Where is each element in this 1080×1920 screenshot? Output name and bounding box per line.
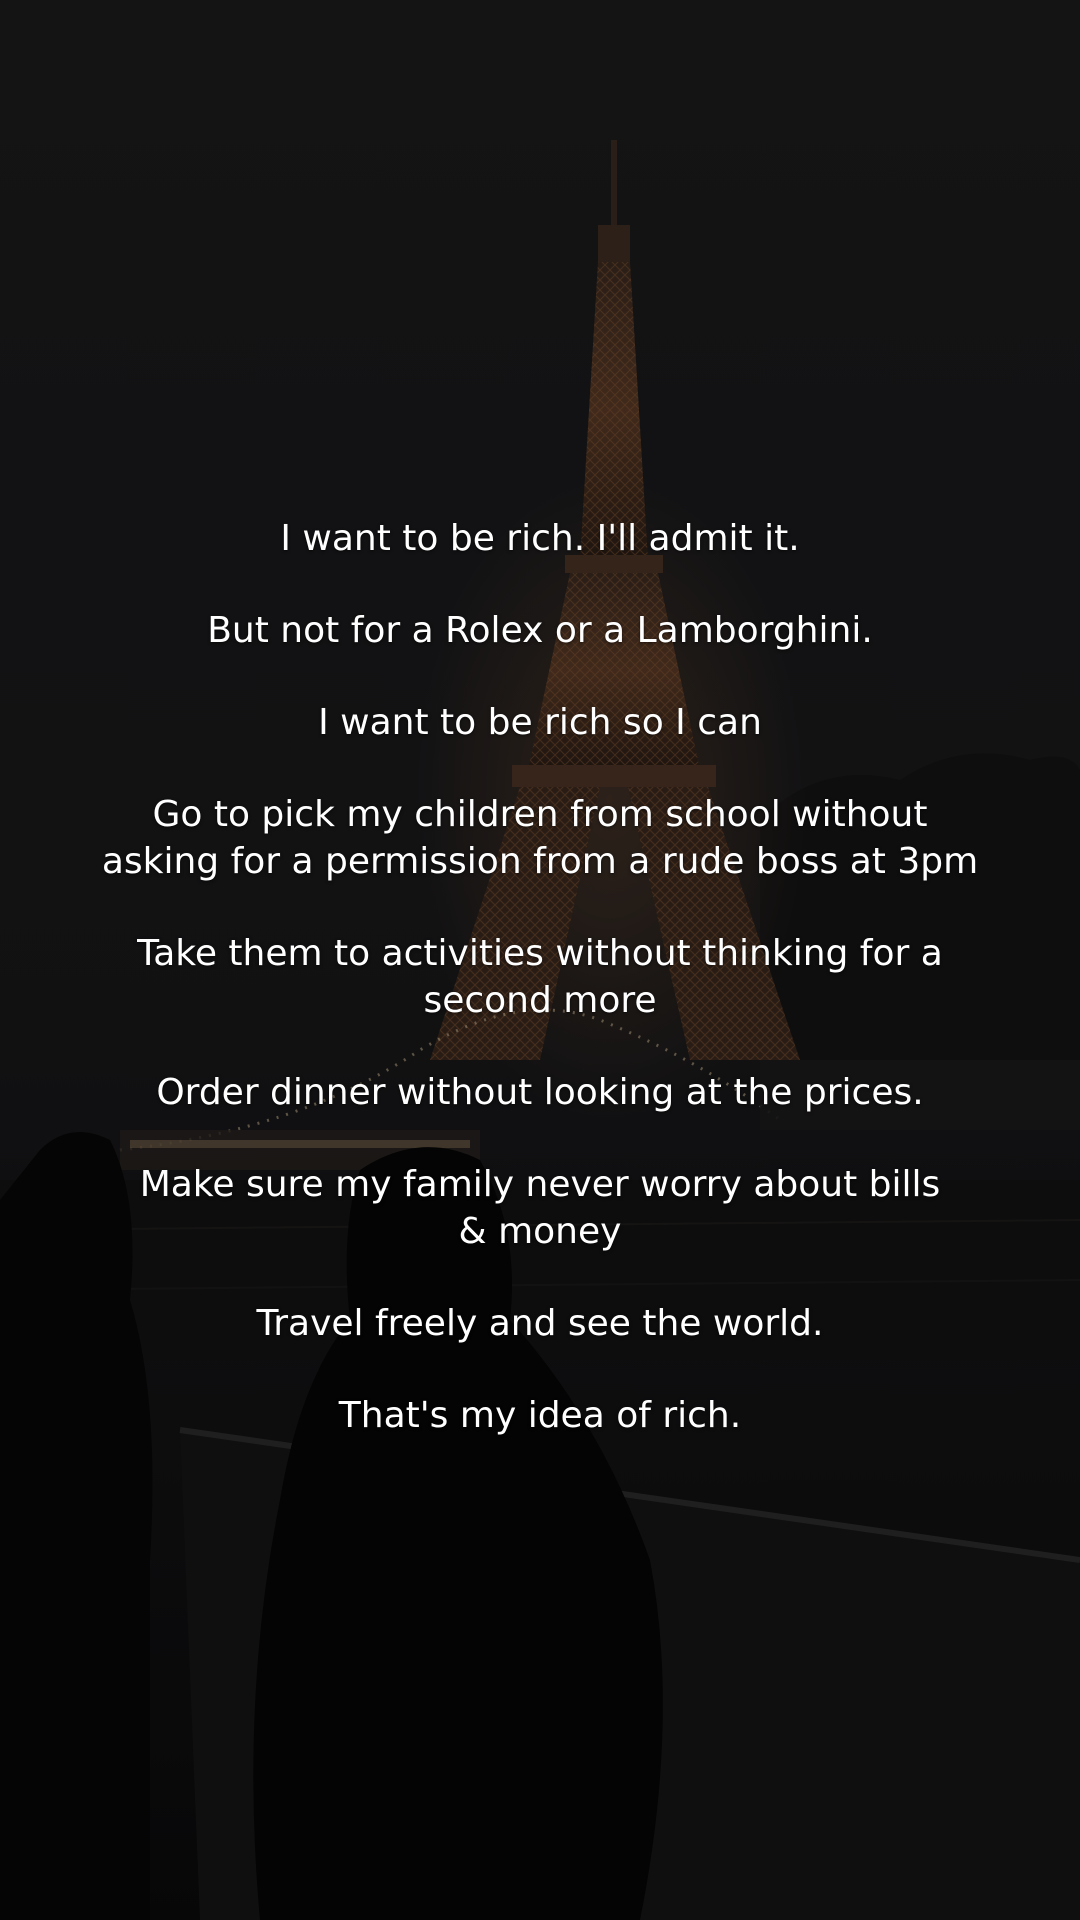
story-line-9: That's my idea of rich. [338, 1395, 742, 1436]
story-line-8: Travel freely and see the world. [256, 1303, 824, 1344]
story-line-2: But not for a Rolex or a Lamborghini. [207, 610, 873, 651]
story-slide: I want to be rich. I'll admit it. But no… [0, 0, 1080, 1920]
story-line-6: Order dinner without looking at the pric… [156, 1072, 924, 1113]
story-line-3: I want to be rich so I can [318, 702, 762, 743]
story-line-7: Make sure my family never worry about bi… [139, 1164, 941, 1252]
story-text: I want to be rich. I'll admit it. But no… [0, 515, 1080, 1484]
story-line-5: Take them to activities without thinking… [137, 933, 943, 1021]
story-line-4: Go to pick my children from school witho… [101, 794, 979, 882]
story-line-1: I want to be rich. I'll admit it. [280, 518, 800, 559]
